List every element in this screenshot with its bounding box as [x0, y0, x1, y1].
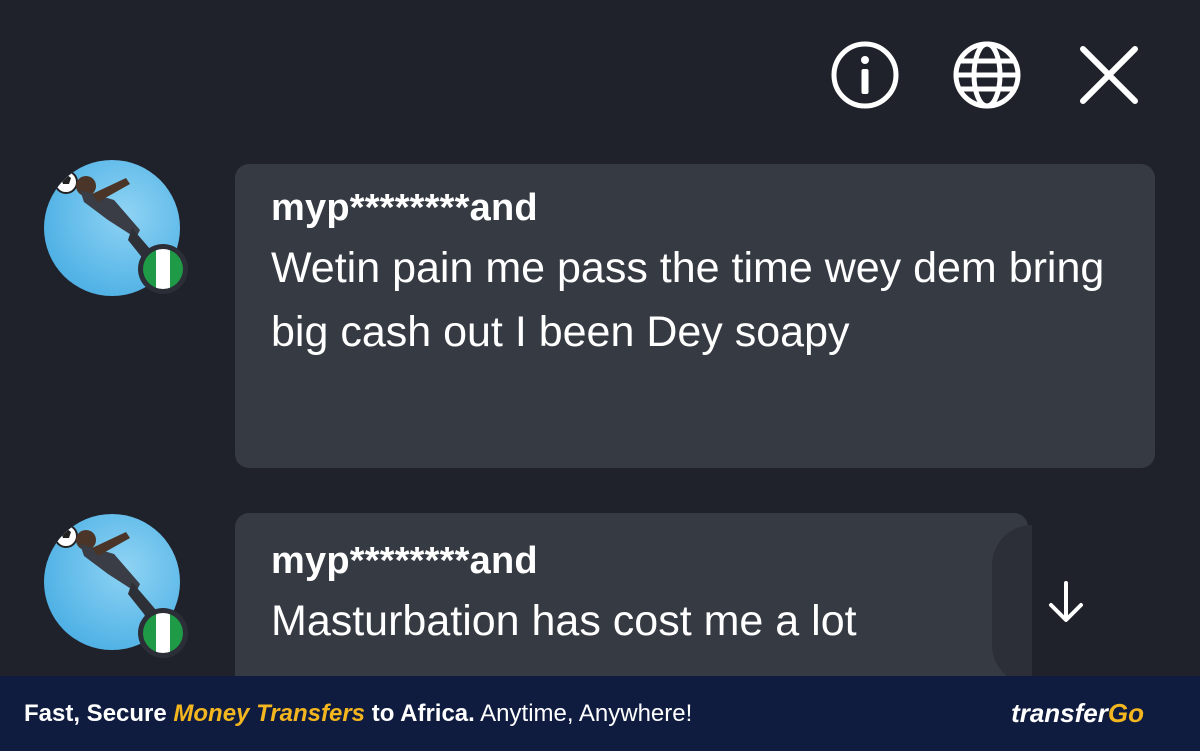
message-bubble[interactable]: myp********and Wetin pain me pass the ti…: [235, 164, 1155, 468]
message-username[interactable]: myp********and: [271, 539, 992, 583]
nigeria-flag-icon: [143, 249, 183, 289]
nigeria-flag-icon: [143, 613, 183, 653]
transfergo-logo[interactable]: transferGo: [1011, 698, 1144, 729]
ad-text-part2: to Africa.: [365, 699, 475, 727]
message-username[interactable]: myp********and: [271, 186, 1119, 230]
message-bubble[interactable]: myp********and Masturbation has cost me …: [235, 513, 1028, 703]
ad-text-part3: Anytime, Anywhere!: [474, 699, 693, 727]
info-icon: [831, 41, 899, 109]
close-icon: [1080, 46, 1138, 104]
info-button[interactable]: [830, 40, 900, 110]
ad-banner[interactable]: Fast, Secure Money Transfers to Africa. …: [0, 676, 1200, 751]
arrow-down-icon: [1049, 581, 1083, 622]
country-flag-badge: [138, 608, 188, 658]
message-text: Masturbation has cost me a lot: [271, 597, 857, 645]
language-button[interactable]: [952, 40, 1022, 110]
ad-highlight: Money Transfers: [173, 699, 366, 727]
close-button[interactable]: [1074, 40, 1144, 110]
scroll-fade: [992, 525, 1032, 685]
globe-icon: [953, 41, 1021, 109]
ad-text-part1: Fast, Secure: [24, 699, 174, 727]
country-flag-badge: [138, 244, 188, 294]
message-text: Wetin pain me pass the time wey dem brin…: [271, 244, 1105, 356]
scroll-to-bottom-button[interactable]: [1030, 566, 1102, 638]
top-toolbar: [830, 40, 1144, 110]
ad-text: Fast, Secure Money Transfers to Africa. …: [24, 700, 692, 728]
